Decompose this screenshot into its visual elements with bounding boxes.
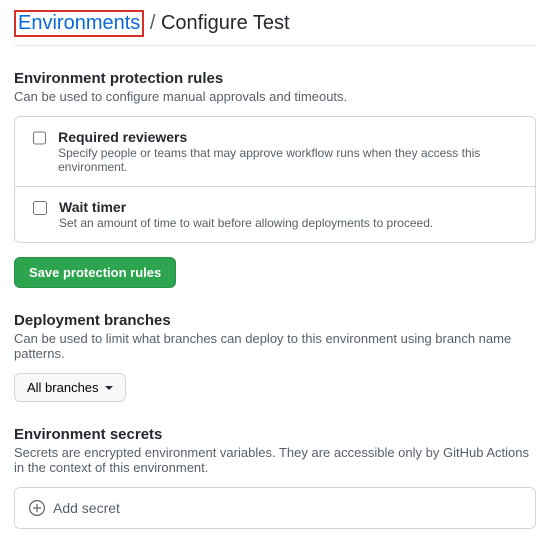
secrets-desc: Secrets are encrypted environment variab…: [14, 445, 536, 475]
wait-timer-desc: Set an amount of time to wait before all…: [59, 216, 433, 230]
required-reviewers-checkbox[interactable]: [33, 131, 46, 145]
protection-rules-box: Required reviewers Specify people or tea…: [14, 116, 536, 243]
rule-required-reviewers: Required reviewers Specify people or tea…: [15, 117, 535, 186]
rule-wait-timer: Wait timer Set an amount of time to wait…: [15, 186, 535, 242]
branches-title: Deployment branches: [14, 312, 536, 329]
add-secret-label: Add secret: [53, 500, 120, 516]
required-reviewers-label: Required reviewers: [58, 129, 521, 145]
chevron-down-icon: [105, 386, 113, 390]
branches-desc: Can be used to limit what branches can d…: [14, 331, 536, 361]
environment-secrets-section: Environment secrets Secrets are encrypte…: [14, 426, 536, 529]
required-reviewers-desc: Specify people or teams that may approve…: [58, 146, 521, 174]
breadcrumb-environments-link[interactable]: Environments: [18, 12, 140, 34]
protection-rules-section: Environment protection rules Can be used…: [14, 70, 536, 288]
breadcrumb: Environments / Configure Test: [14, 10, 536, 46]
breadcrumb-separator: /: [150, 12, 156, 34]
deployment-branches-section: Deployment branches Can be used to limit…: [14, 312, 536, 402]
protection-title: Environment protection rules: [14, 70, 536, 87]
branches-selected: All branches: [27, 380, 99, 395]
breadcrumb-current: Configure Test: [161, 12, 290, 34]
branches-dropdown[interactable]: All branches: [14, 373, 126, 402]
breadcrumb-highlight: Environments: [14, 10, 144, 37]
plus-circle-icon: [29, 500, 45, 516]
protection-desc: Can be used to configure manual approval…: [14, 89, 536, 104]
add-secret-button[interactable]: Add secret: [14, 487, 536, 529]
save-protection-rules-button[interactable]: Save protection rules: [14, 257, 176, 288]
wait-timer-label: Wait timer: [59, 199, 433, 215]
wait-timer-checkbox[interactable]: [33, 201, 47, 215]
secrets-title: Environment secrets: [14, 426, 536, 443]
